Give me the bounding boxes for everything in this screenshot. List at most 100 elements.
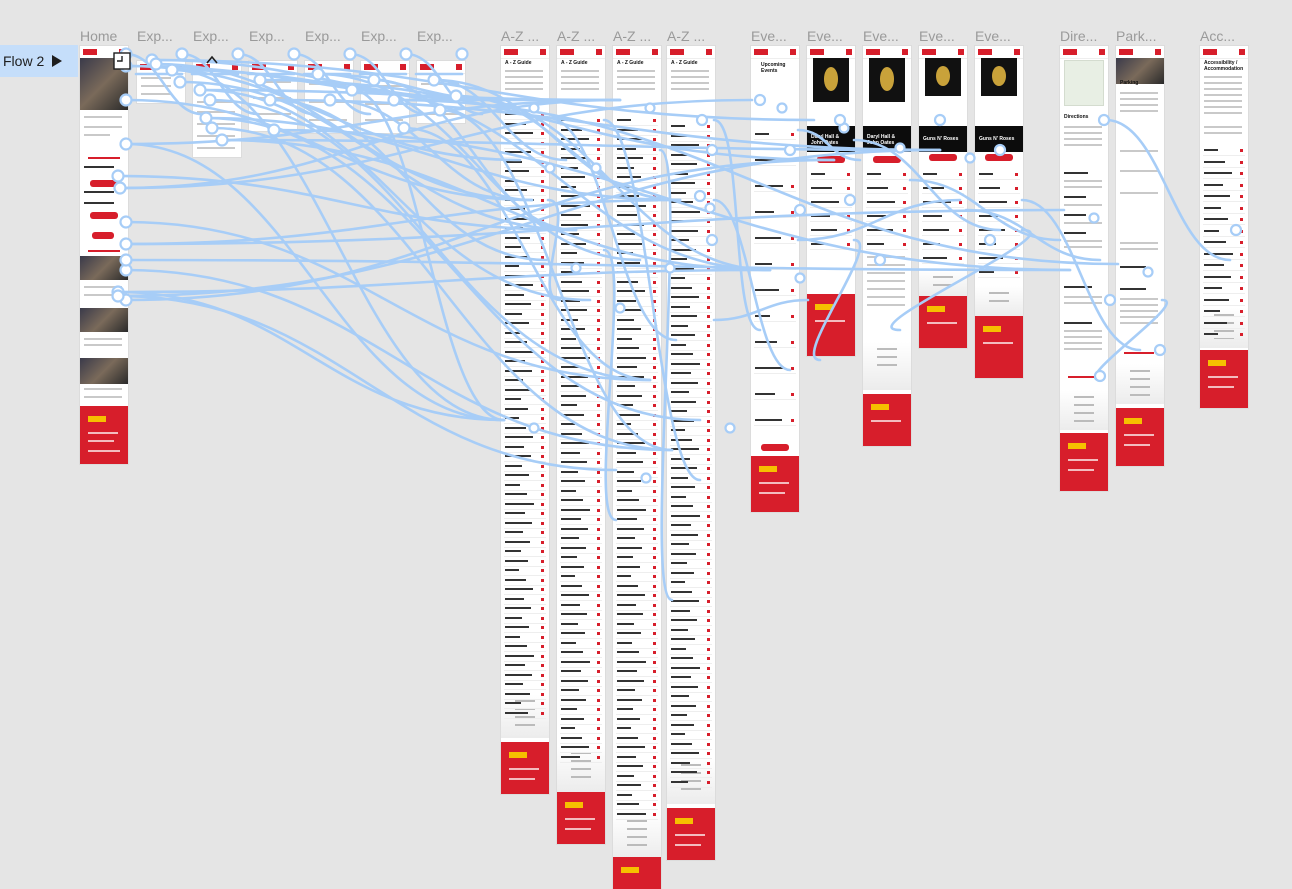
list-row[interactable] <box>670 702 712 712</box>
list-row[interactable] <box>670 122 712 132</box>
list-row[interactable] <box>616 211 658 221</box>
frame-az-1[interactable]: A - Z Guide <box>501 46 549 794</box>
list-row[interactable] <box>616 316 658 326</box>
menu-item[interactable] <box>141 77 171 79</box>
list-row[interactable] <box>670 654 712 664</box>
list-row[interactable] <box>560 715 602 725</box>
list-row[interactable] <box>616 116 658 126</box>
list-row[interactable] <box>1203 296 1245 306</box>
list-row[interactable] <box>616 164 658 174</box>
list-row[interactable] <box>504 234 546 244</box>
list-row[interactable] <box>1203 284 1245 294</box>
menu-item[interactable] <box>421 83 459 85</box>
list-row[interactable] <box>616 468 658 478</box>
list-row[interactable] <box>670 426 712 436</box>
menu-icon[interactable] <box>652 49 658 55</box>
menu-icon[interactable] <box>1239 49 1245 55</box>
frame-event-gnr-1[interactable]: Guns N' Roses <box>919 46 967 348</box>
menu-item[interactable] <box>141 85 171 87</box>
list-row[interactable] <box>560 183 602 193</box>
frame-directions[interactable]: Directions <box>1060 46 1108 491</box>
list-row[interactable] <box>504 642 546 652</box>
list-row[interactable] <box>670 721 712 731</box>
list-row[interactable] <box>616 458 658 468</box>
list-row[interactable] <box>504 243 546 253</box>
list-row[interactable] <box>504 690 546 700</box>
menu-item[interactable] <box>309 83 347 85</box>
list-row[interactable] <box>560 743 602 753</box>
list-row[interactable] <box>670 227 712 237</box>
frame-title-home[interactable]: Home <box>80 28 130 44</box>
list-row[interactable] <box>560 563 602 573</box>
list-row[interactable] <box>560 430 602 440</box>
list-row[interactable] <box>560 126 602 136</box>
list-row[interactable] <box>504 604 546 614</box>
list-row[interactable] <box>616 221 658 231</box>
frame-explore-4[interactable] <box>305 61 353 133</box>
list-row[interactable] <box>670 512 712 522</box>
click-here-link[interactable] <box>1124 352 1154 354</box>
list-row[interactable] <box>616 525 658 535</box>
list-row[interactable] <box>616 658 658 668</box>
list-row[interactable] <box>560 553 602 563</box>
list-row[interactable] <box>670 217 712 227</box>
buy-tickets-button[interactable] <box>873 156 901 163</box>
list-row[interactable] <box>616 154 658 164</box>
list-row[interactable] <box>616 810 658 820</box>
list-row[interactable] <box>616 686 658 696</box>
list-row[interactable] <box>922 254 964 264</box>
list-row[interactable] <box>616 259 658 269</box>
list-row[interactable] <box>560 268 602 278</box>
list-row[interactable] <box>504 338 546 348</box>
list-row[interactable] <box>504 196 546 206</box>
list-row[interactable] <box>670 550 712 560</box>
list-row[interactable] <box>560 249 602 259</box>
list-row[interactable] <box>504 471 546 481</box>
list-row[interactable] <box>922 184 964 194</box>
list-row[interactable] <box>560 278 602 288</box>
list-row[interactable] <box>504 452 546 462</box>
list-row[interactable] <box>616 363 658 373</box>
list-row[interactable] <box>616 411 658 421</box>
menu-icon[interactable] <box>790 49 796 55</box>
list-row[interactable] <box>616 639 658 649</box>
list-row[interactable] <box>504 148 546 158</box>
buy-tickets-button[interactable] <box>929 154 957 161</box>
menu-item[interactable] <box>197 123 235 125</box>
list-row[interactable] <box>560 230 602 240</box>
list-row[interactable] <box>560 145 602 155</box>
buy-tickets-button[interactable] <box>817 156 845 163</box>
list-row[interactable] <box>560 287 602 297</box>
list-row[interactable] <box>560 240 602 250</box>
list-row[interactable] <box>616 506 658 516</box>
list-row[interactable] <box>616 354 658 364</box>
menu-icon[interactable] <box>596 49 602 55</box>
list-row[interactable] <box>978 212 1020 222</box>
list-row[interactable] <box>1203 215 1245 225</box>
list-row[interactable] <box>1203 250 1245 260</box>
list-row[interactable] <box>810 212 852 222</box>
list-row[interactable] <box>504 319 546 329</box>
list-row[interactable] <box>922 170 964 180</box>
list-row[interactable] <box>560 582 602 592</box>
prototype-canvas[interactable]: Home Exp... Exp... Exp... Exp... Exp... … <box>0 0 1292 889</box>
list-row[interactable] <box>560 173 602 183</box>
menu-item[interactable] <box>253 113 291 115</box>
list-row[interactable] <box>560 202 602 212</box>
list-row[interactable] <box>670 540 712 550</box>
list-row[interactable] <box>504 557 546 567</box>
list-row[interactable] <box>670 607 712 617</box>
list-row[interactable] <box>560 667 602 677</box>
list-row[interactable] <box>670 711 712 721</box>
list-row[interactable] <box>616 724 658 734</box>
list-row[interactable] <box>560 468 602 478</box>
list-row[interactable] <box>670 388 712 398</box>
frame-title-explore-1[interactable]: Exp... <box>137 28 185 44</box>
frame-explore-5[interactable] <box>361 61 409 133</box>
list-row[interactable] <box>670 312 712 322</box>
list-row[interactable] <box>922 212 964 222</box>
list-row[interactable] <box>560 411 602 421</box>
list-row[interactable] <box>978 170 1020 180</box>
list-row[interactable] <box>670 588 712 598</box>
list-row[interactable] <box>504 433 546 443</box>
